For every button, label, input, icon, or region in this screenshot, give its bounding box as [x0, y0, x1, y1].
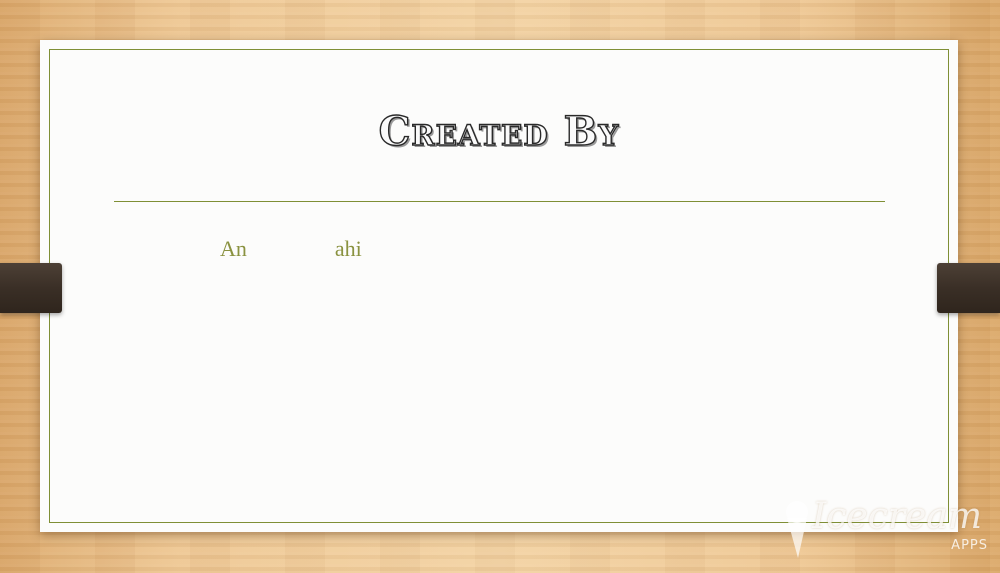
icecream-watermark: Icecream APPS [782, 494, 994, 564]
author-name-end: ahi [334, 236, 362, 261]
right-strap [937, 263, 1000, 313]
author-name-start: An [220, 236, 247, 261]
ice-cream-cone-icon [786, 501, 808, 558]
slide-title: Created By [378, 107, 620, 155]
author-name-hidden [247, 236, 335, 261]
watermark-brand: Icecream [812, 496, 982, 537]
watermark-sub: APPS [951, 538, 988, 553]
left-strap [0, 263, 62, 313]
title-divider [114, 201, 885, 202]
author-name: An ahi [220, 236, 362, 262]
